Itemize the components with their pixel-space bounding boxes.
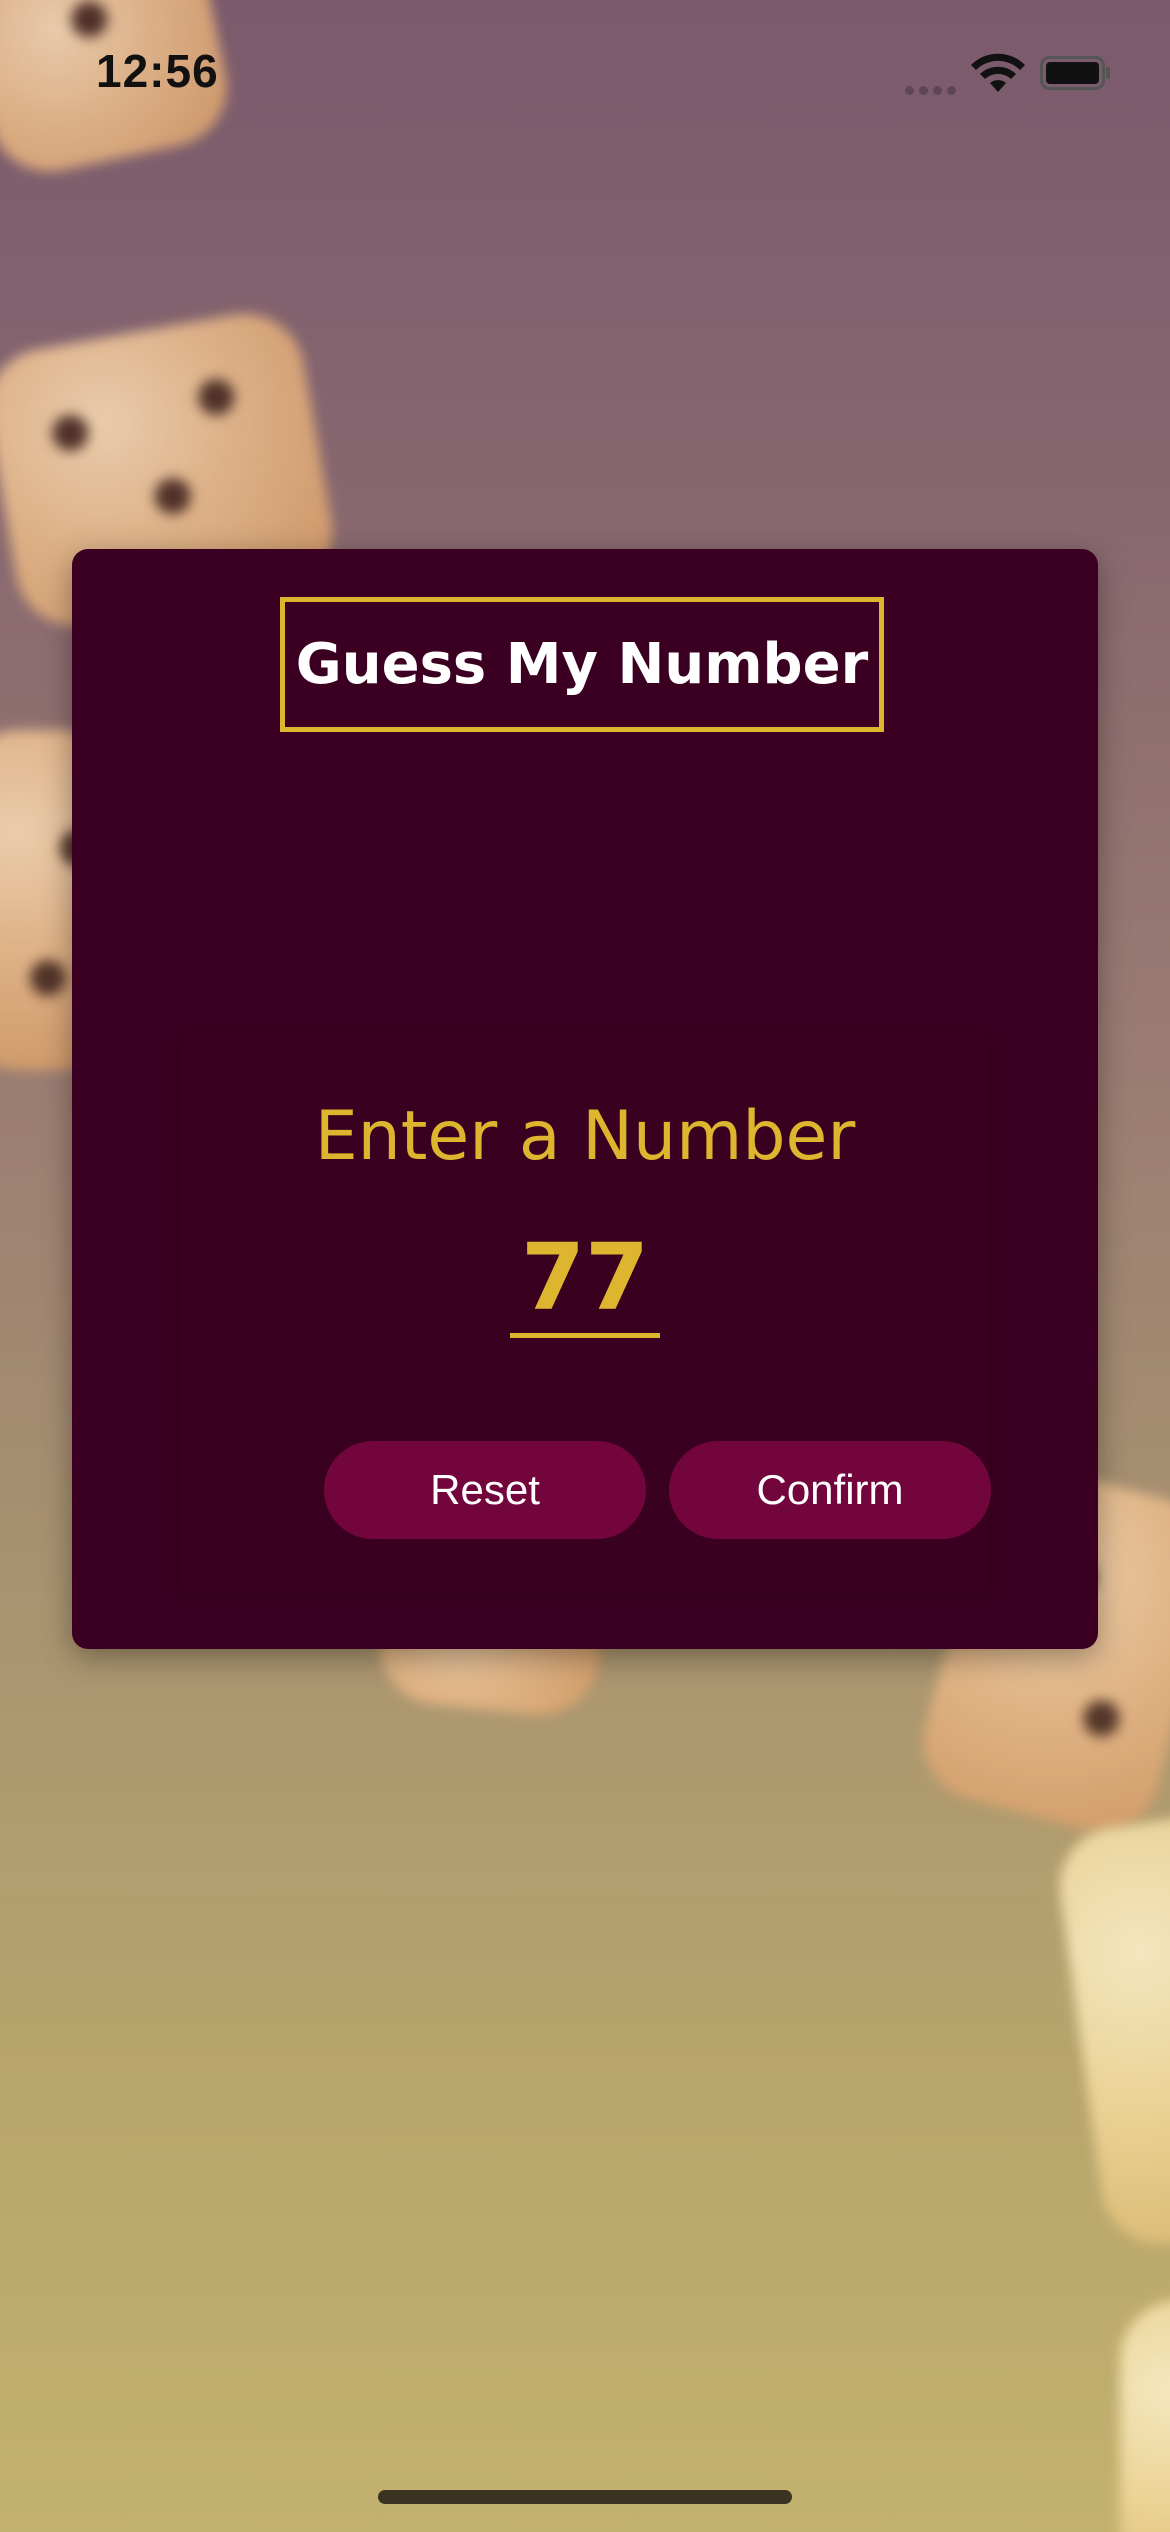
wifi-icon (971, 53, 1025, 92)
reset-button[interactable]: Reset (324, 1441, 646, 1539)
number-input[interactable] (510, 1221, 660, 1338)
home-indicator[interactable] (378, 2490, 792, 2504)
battery-icon (1040, 56, 1110, 90)
dice-background-image (1051, 1808, 1170, 2252)
instruction-label: Enter a Number (314, 1097, 856, 1176)
page-title: Guess My Number (295, 632, 869, 697)
number-input-panel: Enter a Number Reset Confirm (180, 1033, 991, 1593)
confirm-button[interactable]: Confirm (669, 1441, 991, 1539)
game-card: Guess My Number Enter a Number Reset Con… (72, 549, 1098, 1649)
title-frame: Guess My Number (280, 597, 884, 732)
dice-background-image (1120, 2300, 1170, 2532)
status-bar: 12:56 (0, 0, 1170, 150)
cellular-signal-icon (905, 80, 961, 95)
status-time: 12:56 (96, 45, 219, 97)
app-screen: 12:56 Guess My Number Enter a Number Res… (0, 0, 1170, 2532)
